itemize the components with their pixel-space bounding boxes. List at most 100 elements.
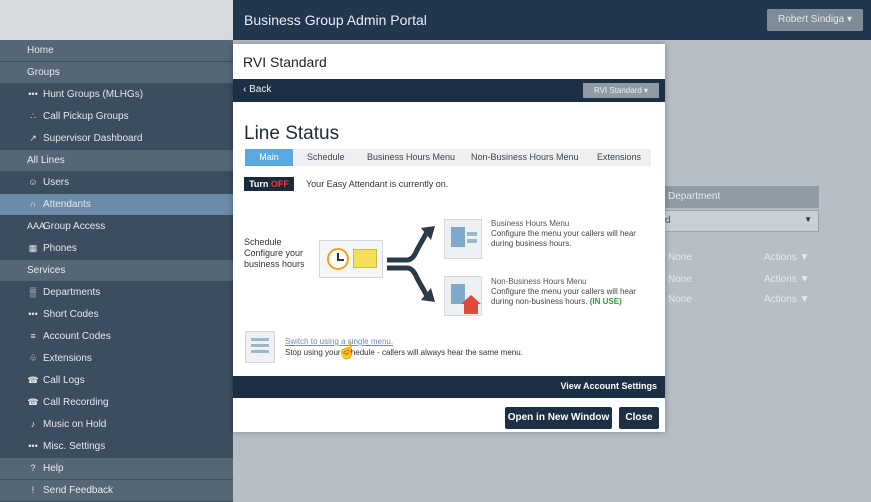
- sidebar-item-label: Call Recording: [43, 397, 109, 408]
- clock-icon: [327, 248, 349, 270]
- modal-nav-bar: ‹ Back RVI Standard ▾: [233, 79, 665, 102]
- schedule-label: Schedule Configure your business hours: [244, 237, 305, 270]
- sidebar-item-label: All Lines: [27, 155, 65, 166]
- schedule-card[interactable]: [319, 240, 383, 278]
- actions-dropdown[interactable]: Actions ▼: [764, 274, 809, 285]
- turn-off-button[interactable]: Turn OFF: [244, 177, 294, 191]
- sidebar-icon: ▦: [28, 243, 38, 253]
- sidebar-item-account-codes[interactable]: ≡ Account Codes: [0, 326, 233, 347]
- sidebar-item-help[interactable]: ? Help: [0, 458, 233, 479]
- sidebar-item-services[interactable]: Services: [0, 260, 233, 281]
- non-business-menu-icon[interactable]: [444, 276, 482, 316]
- sidebar-item-label: Supervisor Dashboard: [43, 133, 143, 144]
- sidebar-item-all-lines[interactable]: All Lines: [0, 150, 233, 171]
- sidebar-item-send-feedback[interactable]: ! Send Feedback: [0, 480, 233, 501]
- row-value: None: [668, 252, 692, 263]
- sidebar-icon: ↗: [29, 133, 37, 143]
- sidebar-item-misc-settings[interactable]: ••• Misc. Settings: [0, 436, 233, 457]
- business-menu-text: Business Hours Menu Configure the menu y…: [491, 219, 636, 249]
- user-menu-button[interactable]: Robert Sindiga ▾: [767, 9, 863, 31]
- sidebar-item-groups[interactable]: Groups: [0, 62, 233, 83]
- sidebar-item-label: Account Codes: [43, 331, 111, 342]
- sidebar-item-hunt-groups-mlhgs[interactable]: ••• Hunt Groups (MLHGs): [0, 84, 233, 105]
- sidebar-item-music-on-hold[interactable]: ♪ Music on Hold: [0, 414, 233, 435]
- modal-footer-bar: View Account Settings: [233, 376, 665, 398]
- sidebar-icon: ?: [30, 463, 36, 473]
- in-use-badge: (IN USE): [589, 297, 622, 306]
- sidebar-item-short-codes[interactable]: ••• Short Codes: [0, 304, 233, 325]
- schedule-label-line: Configure your: [244, 248, 304, 258]
- attendant-status-text: Your Easy Attendant is currently on.: [306, 179, 449, 189]
- single-menu-icon: [245, 331, 275, 363]
- page-title: Line Status: [244, 123, 340, 144]
- sidebar-item-label: Short Codes: [43, 309, 99, 320]
- non-business-menu-desc: Configure the menu your callers will hea…: [491, 287, 636, 296]
- open-new-window-button[interactable]: Open in New Window: [505, 407, 612, 429]
- sidebar-item-label: Call Pickup Groups: [43, 111, 129, 122]
- schedule-label-line: Schedule: [244, 237, 282, 247]
- rvi-dropdown[interactable]: RVI Standard ▾: [583, 83, 659, 98]
- sidebar-item-label: Phones: [43, 243, 77, 254]
- close-button[interactable]: Close: [619, 407, 659, 429]
- business-menu-desc: during business hours.: [491, 239, 572, 248]
- sidebar-icon: ♪: [30, 419, 36, 429]
- sidebar-item-group-access[interactable]: AAAGroup Access: [0, 216, 233, 237]
- sidebar-icon: ≡: [30, 331, 36, 341]
- sidebar-item-extensions[interactable]: ♧ Extensions: [0, 348, 233, 369]
- table-row: None Actions ▼: [660, 290, 819, 310]
- business-menu-desc: Configure the menu your callers will hea…: [491, 229, 636, 238]
- sidebar: Home Groups ••• Hunt Groups (MLHGs) ∴ Call Pi…: [0, 40, 233, 502]
- department-header: Department: [660, 186, 819, 208]
- sidebar-item-label: Attendants: [43, 199, 91, 210]
- sidebar-item-attendants[interactable]: ∩ Attendants: [0, 194, 233, 215]
- sidebar-item-label: Send Feedback: [43, 485, 114, 496]
- row-value: None: [668, 274, 692, 285]
- sidebar-item-label: Misc. Settings: [43, 441, 106, 452]
- sidebar-item-label: Services: [27, 265, 66, 276]
- sidebar-item-supervisor-dashboard[interactable]: ↗ Supervisor Dashboard: [0, 128, 233, 149]
- non-business-menu-desc: during non-business hours.: [491, 297, 588, 306]
- branch-arrow-icon: [387, 226, 435, 302]
- schedule-label-line: business hours: [244, 259, 305, 269]
- table-row: None Actions ▼: [660, 248, 819, 268]
- tab-extensions[interactable]: Extensions: [597, 149, 641, 166]
- sidebar-icon: AAA: [27, 221, 46, 231]
- sidebar-item-phones[interactable]: ▦ Phones: [0, 238, 233, 259]
- sidebar-item-label: Departments: [43, 287, 101, 298]
- table-row: None Actions ▼: [660, 270, 819, 290]
- business-menu-icon[interactable]: [444, 219, 482, 259]
- sidebar-icon: ♧: [28, 353, 38, 363]
- non-business-menu-title[interactable]: Non-Business Hours Menu: [491, 277, 636, 287]
- logo-area: [0, 0, 233, 40]
- sidebar-item-call-pickup-groups[interactable]: ∴ Call Pickup Groups: [0, 106, 233, 127]
- business-menu-title[interactable]: Business Hours Menu: [491, 219, 636, 229]
- tab-business-hours-menu[interactable]: Business Hours Menu: [367, 149, 455, 166]
- sidebar-item-departments[interactable]: ▒ Departments: [0, 282, 233, 303]
- hand-cursor-icon: ☝: [337, 343, 357, 360]
- sidebar-item-label: Music on Hold: [43, 419, 107, 430]
- row-value: None: [668, 294, 692, 305]
- department-select[interactable]: d ▼: [660, 210, 819, 232]
- toggle-prefix: Turn: [249, 179, 271, 189]
- sidebar-item-label: Call Logs: [43, 375, 85, 386]
- back-button[interactable]: ‹ Back: [243, 84, 271, 95]
- sidebar-item-label: Group Access: [43, 221, 106, 232]
- actions-dropdown[interactable]: Actions ▼: [764, 252, 809, 263]
- sidebar-item-home[interactable]: Home: [0, 40, 233, 61]
- sidebar-item-call-recording[interactable]: ☎ Call Recording: [0, 392, 233, 413]
- sidebar-icon: ▒: [29, 287, 37, 297]
- actions-dropdown[interactable]: Actions ▼: [764, 294, 809, 305]
- department-select-value: d: [665, 215, 671, 226]
- sidebar-icon: ☺: [28, 177, 38, 187]
- tab-main[interactable]: Main: [245, 149, 293, 166]
- sidebar-icon: •••: [28, 309, 38, 319]
- portal-title: Business Group Admin Portal: [244, 12, 427, 28]
- sidebar-item-label: Home: [27, 45, 54, 56]
- sidebar-item-users[interactable]: ☺ Users: [0, 172, 233, 193]
- non-business-menu-text: Non-Business Hours Menu Configure the me…: [491, 277, 636, 307]
- tab-non-business-hours-menu[interactable]: Non-Business Hours Menu: [471, 149, 579, 166]
- tab-schedule[interactable]: Schedule: [307, 149, 345, 166]
- sidebar-icon: •••: [28, 89, 38, 99]
- sidebar-item-call-logs[interactable]: ☎ Call Logs: [0, 370, 233, 391]
- view-account-settings-link[interactable]: View Account Settings: [560, 381, 657, 391]
